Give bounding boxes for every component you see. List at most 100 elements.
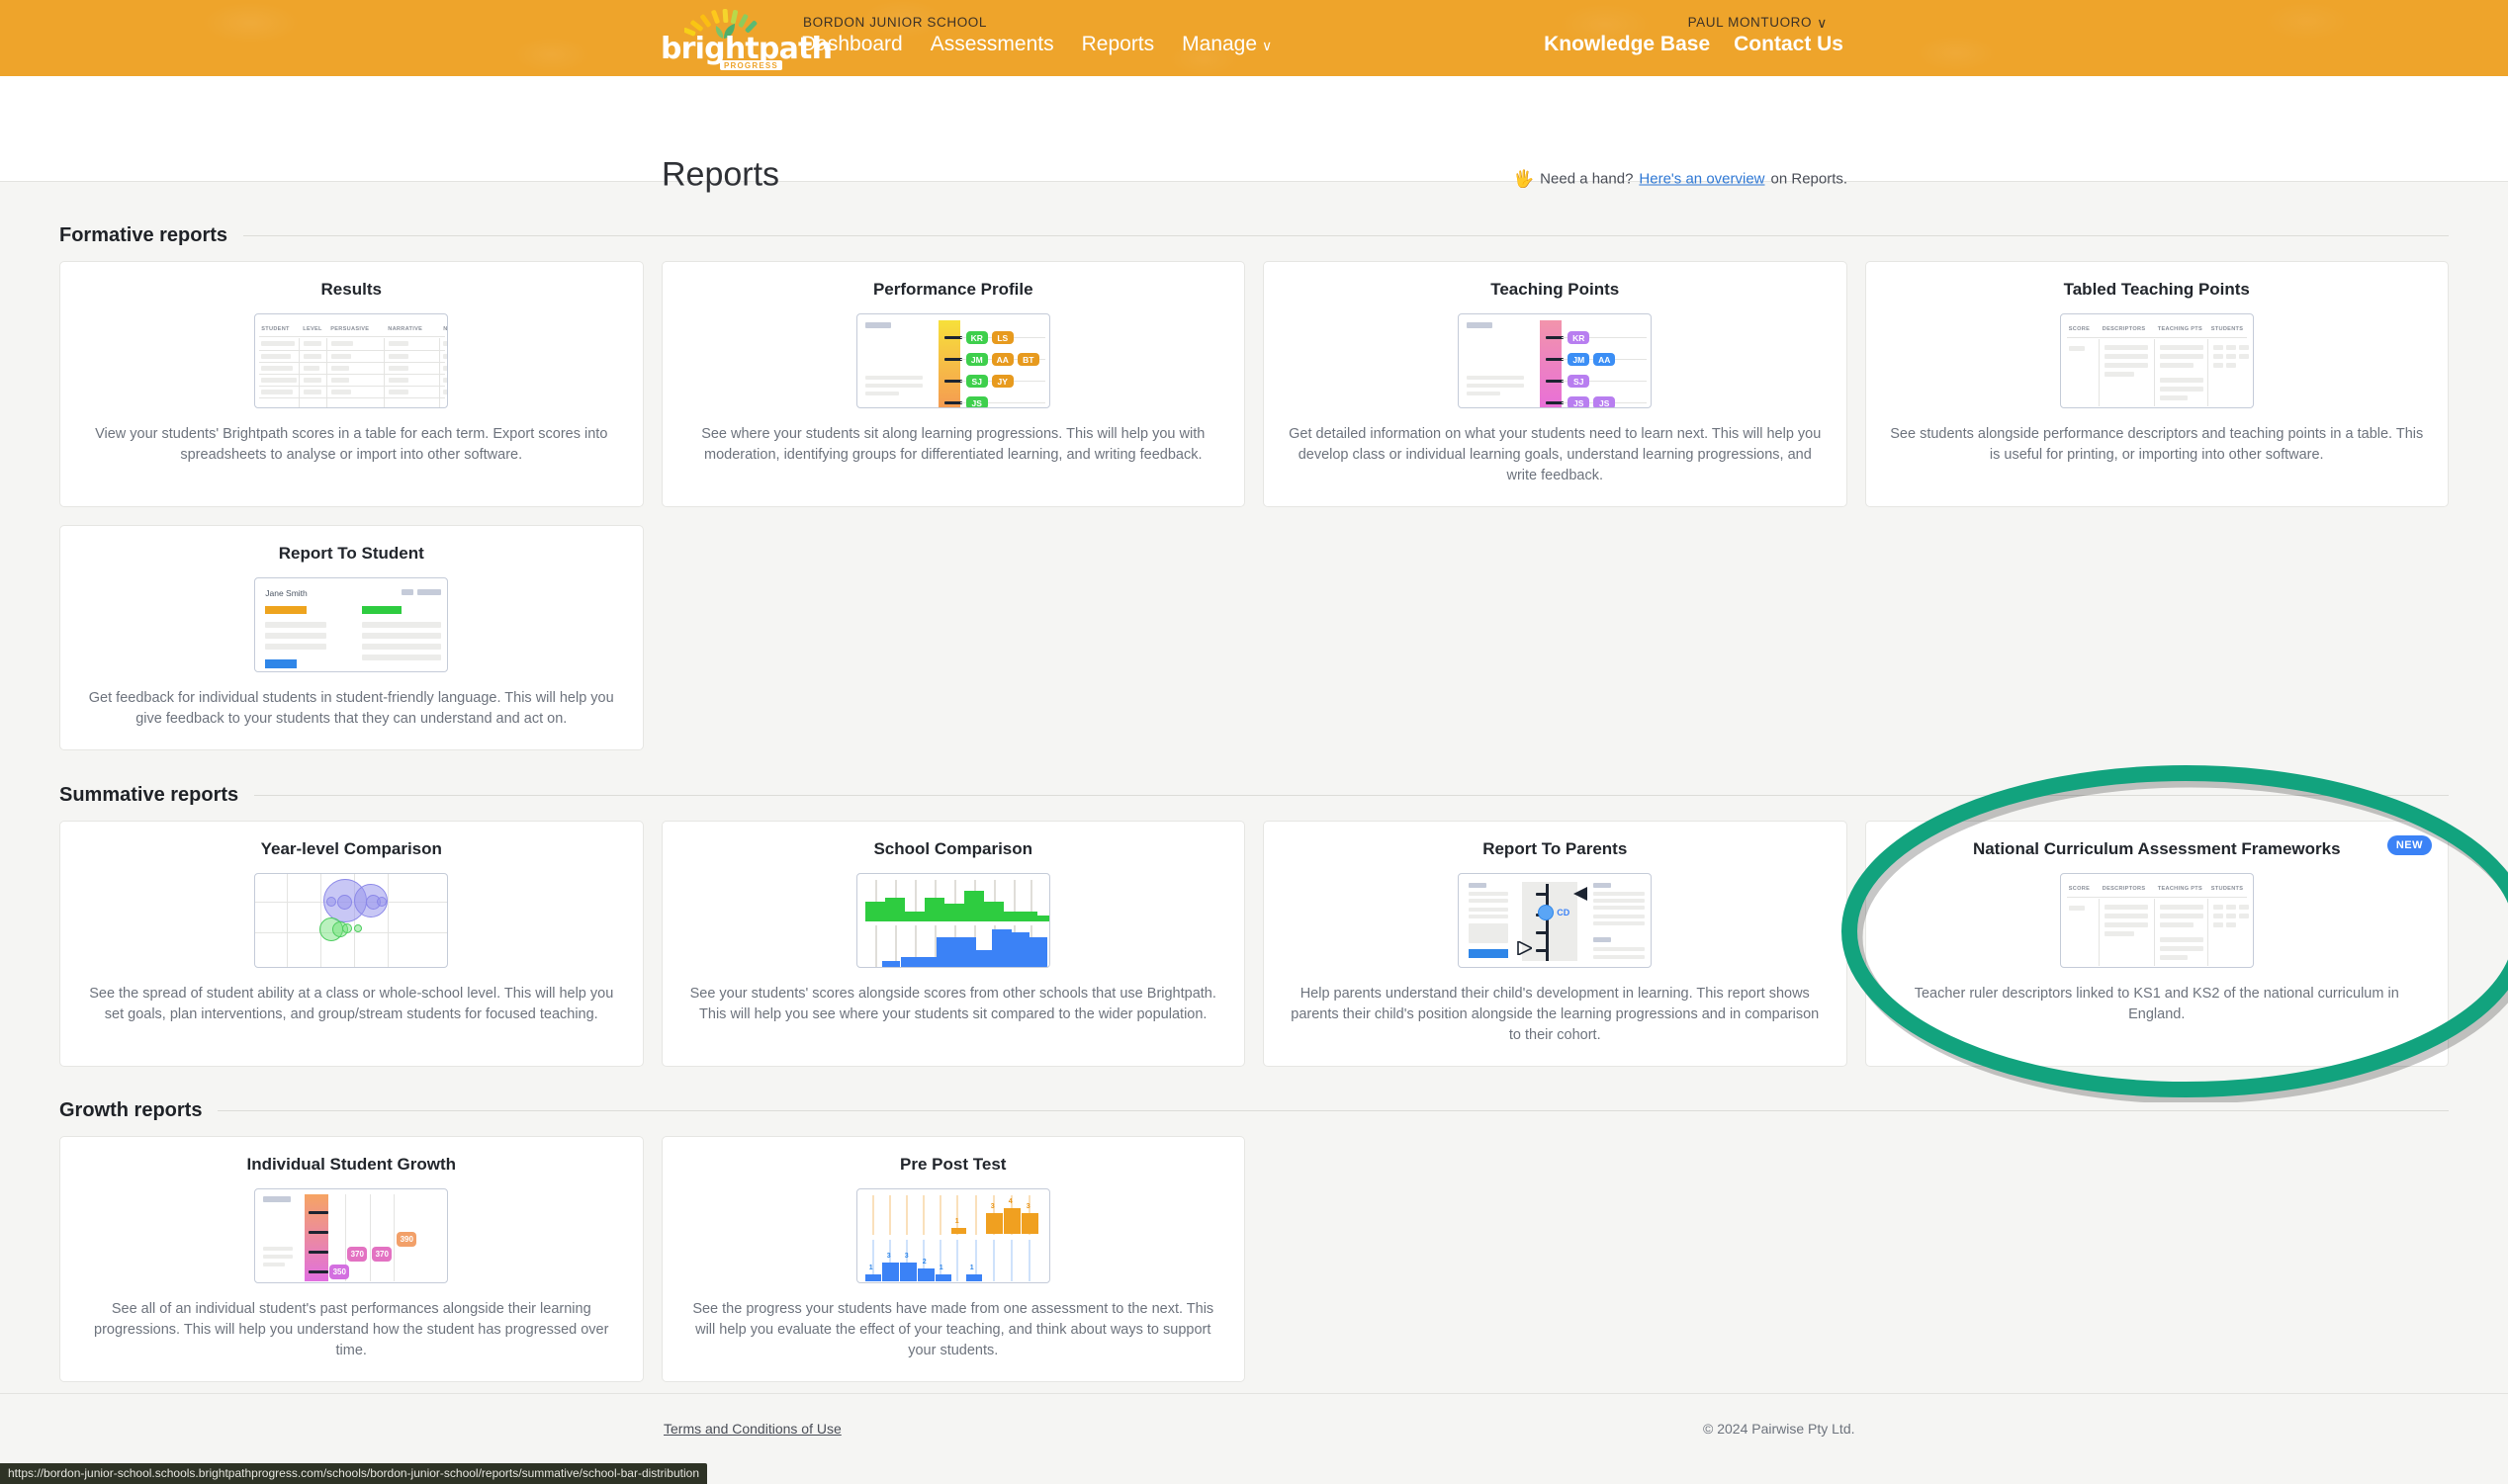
report-to-parents-thumbnail: CD <box>1458 873 1653 969</box>
nav-item-dashboard[interactable]: Dashboard <box>801 33 903 56</box>
chevron-down-icon: ∨ <box>1817 15 1828 31</box>
pre-post-test-thumbnail: 1 3 4 3 1 3 3 2 1 1 <box>855 1188 1050 1284</box>
section-heading: Growth reports <box>59 1099 2449 1122</box>
chevron-down-icon: ∨ <box>1262 37 1273 53</box>
top-navigation-bar: brightpath PROGRESS BORDON JUNIOR SCHOOL… <box>0 0 2508 76</box>
nav-item-assessments[interactable]: Assessments <box>931 33 1054 56</box>
card-title: National Curriculum Assessment Framework… <box>1972 839 2341 859</box>
user-name: PAUL MONTUORO <box>1687 15 1813 30</box>
primary-menu: Dashboard Assessments Reports Manage ∨ <box>801 33 1272 56</box>
report-card-results[interactable]: Results STUDENT LEVEL PERSUASIVE NARRATI… <box>59 261 644 508</box>
report-card-report-to-student[interactable]: Report To Student Jane Smith Get feedbac… <box>59 525 644 751</box>
card-description: See all of an individual student's past … <box>94 1301 609 1359</box>
logo-subtext: PROGRESS <box>720 60 782 70</box>
student-tag: JM <box>1568 353 1590 366</box>
report-card-report-to-parents[interactable]: Report To Parents CD Help parents unders… <box>1263 821 1847 1068</box>
card-description: View your students' Brightpath scores in… <box>95 426 608 464</box>
thumb-column-header: DESCRIPTORS <box>2102 326 2146 332</box>
thumb-column-header: TEACHING PTS <box>2157 886 2202 893</box>
student-tag: AA <box>1593 353 1616 366</box>
card-description: See where your students sit along learni… <box>701 426 1206 464</box>
section-title: Growth reports <box>59 1099 203 1122</box>
nav-item-reports[interactable]: Reports <box>1082 33 1155 56</box>
student-tag: SJ <box>1568 375 1590 388</box>
card-description: Get detailed information on what your st… <box>1289 426 1822 484</box>
nav-item-manage[interactable]: Manage ∨ <box>1182 33 1272 56</box>
thumb-column-header: TEACHING PTS <box>2157 326 2202 332</box>
individual-growth-thumbnail: 350 370 370 390 <box>254 1188 449 1284</box>
school-comparison-thumbnail <box>855 873 1050 969</box>
nav-label: Reports <box>1081 33 1155 55</box>
section-title: Formative reports <box>59 224 228 246</box>
section-divider <box>243 235 2449 236</box>
student-tag: JS <box>1593 396 1616 407</box>
card-description: See students alongside performance descr… <box>1890 426 2424 464</box>
nav-label: Dashboard <box>801 33 903 55</box>
performance-profile-thumbnail: KR LS JM AA BT SJ JY JS <box>855 313 1050 408</box>
report-card-school-comparison[interactable]: School Comparison See your students' sco… <box>661 821 1245 1068</box>
card-title: Tabled Teaching Points <box>2063 280 2250 299</box>
card-title: Performance Profile <box>872 280 1033 299</box>
nav-label: Manage <box>1182 33 1258 55</box>
triangle-left-icon <box>1573 887 1588 902</box>
teaching-points-thumbnail: KR JM AA SJ JS JS <box>1458 313 1653 408</box>
score-tag: 370 <box>372 1247 393 1263</box>
count-label: 1 <box>939 1265 943 1272</box>
card-description: Help parents understand their child's de… <box>1291 986 1820 1044</box>
card-title: Results <box>320 280 382 299</box>
student-tag: JM <box>965 353 988 366</box>
thumb-column-header: SCORE <box>2068 886 2091 893</box>
count-label: 1 <box>868 1265 873 1272</box>
thumb-column-header: NARRATIVE <box>388 326 423 332</box>
card-description: See your students' scores alongside scor… <box>689 986 1216 1023</box>
student-tag: SJ <box>965 375 988 388</box>
card-title: Pre Post Test <box>900 1155 1007 1175</box>
results-table-thumbnail: STUDENT LEVEL PERSUASIVE NARRATIVE NUMBE… <box>254 313 449 408</box>
section-summative: Summative reports Year-level Comparison <box>59 750 2449 1068</box>
section-divider <box>254 795 2449 797</box>
brightpath-logo[interactable]: brightpath PROGRESS <box>661 6 833 70</box>
section-divider <box>218 1110 2449 1112</box>
section-title: Summative reports <box>59 784 239 807</box>
count-label: 3 <box>886 1253 891 1261</box>
thumb-column-header: LEVEL <box>303 326 322 332</box>
nav-item-contact-us[interactable]: Contact Us <box>1734 33 1843 56</box>
report-card-tabled-teaching-points[interactable]: Tabled Teaching Points SCORE DESCRIPTORS… <box>1864 261 2449 508</box>
student-tag: JS <box>965 396 988 407</box>
count-label: 3 <box>904 1253 909 1261</box>
card-description: Get feedback for individual students in … <box>88 690 614 728</box>
nav-label: Assessments <box>930 33 1054 55</box>
count-label: 4 <box>1008 1198 1013 1206</box>
student-tag: LS <box>991 331 1014 344</box>
thumb-column-header: PERSUASIVE <box>330 326 370 332</box>
report-card-teaching-points[interactable]: Teaching Points KR JM AA SJ JS JS Get de… <box>1263 261 1847 508</box>
terms-link[interactable]: Terms and Conditions of Use <box>664 1421 842 1437</box>
thumb-column-header: DESCRIPTORS <box>2102 886 2146 893</box>
browser-status-bar-url: https://bordon-junior-school.schools.bri… <box>0 1463 707 1484</box>
card-title: Report To Parents <box>1482 839 1628 859</box>
report-card-pre-post-test[interactable]: Pre Post Test 1 3 4 3 1 3 3 2 1 1 See th… <box>661 1136 1245 1383</box>
reports-content: Formative reports Results STUDENT LEVEL … <box>0 182 2508 1383</box>
status-badge-new: NEW <box>2386 835 2432 856</box>
report-card-national-curriculum-assessment-frameworks[interactable]: NEW National Curriculum Assessment Frame… <box>1864 821 2449 1068</box>
tabled-points-thumbnail: SCORE DESCRIPTORS TEACHING PTS STUDENTS <box>2059 873 2254 969</box>
formative-card-grid-row2: Report To Student Jane Smith Get feedbac… <box>59 525 2449 751</box>
growth-card-grid: Individual Student Growth 350 370 370 39… <box>59 1136 2449 1383</box>
section-heading: Summative reports <box>59 784 2449 807</box>
user-menu[interactable]: PAUL MONTUORO ∨ <box>1688 14 1828 31</box>
score-tag: 390 <box>397 1232 417 1248</box>
nav-item-knowledge-base[interactable]: Knowledge Base <box>1544 33 1710 56</box>
card-description: See the progress your students have made… <box>692 1301 1214 1359</box>
student-tag: JY <box>991 375 1014 388</box>
triangle-right-icon <box>1517 941 1533 956</box>
report-card-individual-student-growth[interactable]: Individual Student Growth 350 370 370 39… <box>59 1136 644 1383</box>
score-tag: 370 <box>347 1247 368 1263</box>
card-title: Year-level Comparison <box>260 839 442 859</box>
tabled-points-thumbnail: SCORE DESCRIPTORS TEACHING PTS STUDENTS <box>2059 313 2254 408</box>
report-card-year-level-comparison[interactable]: Year-level Comparison See the spread of … <box>59 821 644 1068</box>
thumb-column-header: STUDENTS <box>2210 326 2244 332</box>
secondary-menu: Knowledge Base Contact Us <box>1544 33 1843 56</box>
thumb-column-header: STUDENT <box>261 326 290 332</box>
count-label: 1 <box>969 1265 974 1272</box>
report-card-performance-profile[interactable]: Performance Profile KR LS JM AA BT SJ JY… <box>661 261 1245 508</box>
